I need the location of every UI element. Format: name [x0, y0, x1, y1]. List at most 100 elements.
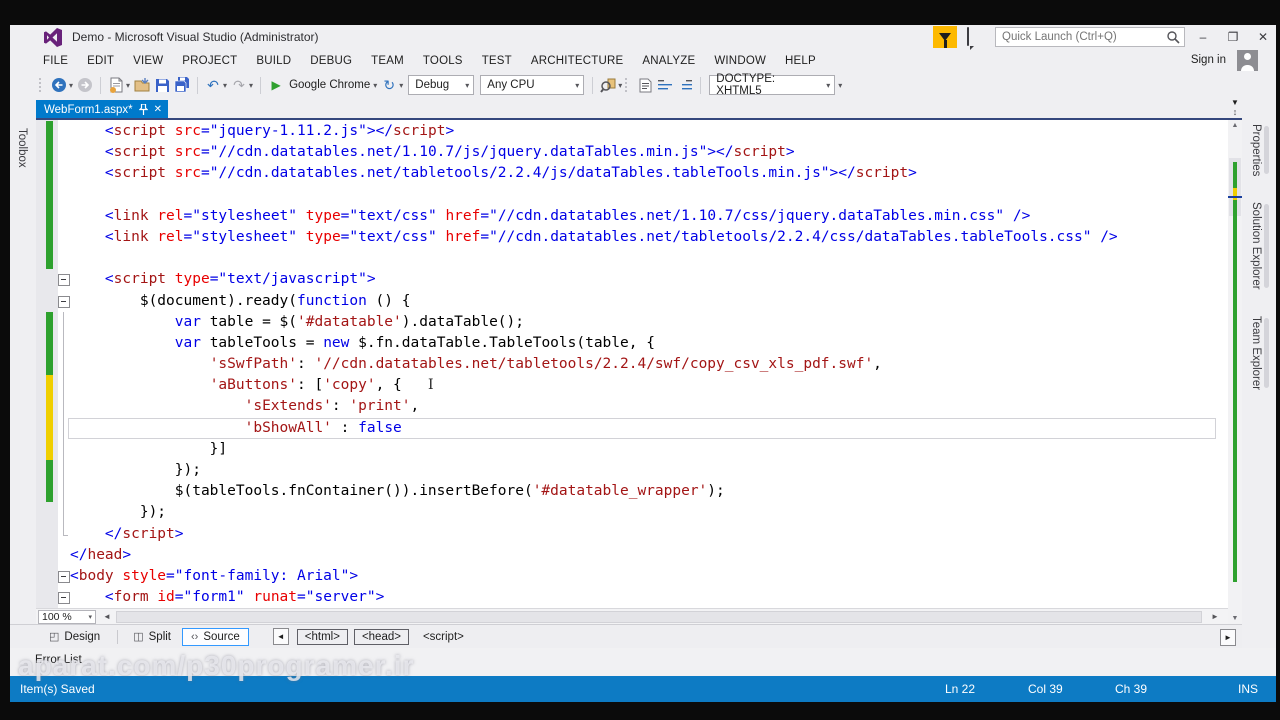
horizontal-scroll-thumb[interactable]: [116, 611, 1202, 623]
code-line[interactable]: </head>: [36, 545, 1228, 566]
menu-item[interactable]: VIEW: [133, 55, 163, 67]
menu-item[interactable]: HELP: [785, 55, 816, 67]
toolbar-overflow-icon[interactable]: ▾: [838, 81, 842, 90]
code-line[interactable]: <script type="text/javascript">: [36, 269, 1228, 290]
code-line[interactable]: });: [36, 502, 1228, 524]
menu-item[interactable]: PROJECT: [182, 55, 237, 67]
code-line[interactable]: 'sExtends': 'print',: [36, 396, 1228, 418]
start-debug-icon[interactable]: ▶: [267, 76, 285, 94]
menu-item[interactable]: ARCHITECTURE: [531, 55, 624, 67]
code-editor[interactable]: <script src="jquery-1.11.2.js"></script>…: [36, 120, 1228, 608]
code-line[interactable]: 'bShowAll' : false: [36, 417, 1228, 440]
split-view-button[interactable]: ◫ Split: [124, 627, 180, 646]
save-button[interactable]: [153, 76, 171, 94]
navigate-backward-button[interactable]: [50, 76, 68, 94]
code-line[interactable]: }]: [36, 438, 1228, 461]
start-target-dropdown-icon[interactable]: ▾: [373, 81, 377, 90]
code-line[interactable]: 'sSwfPath': '//cdn.datatables.net/tablet…: [36, 354, 1228, 376]
breadcrumb-tag[interactable]: <script>: [415, 629, 472, 645]
autohide-tab[interactable]: Team Explorer: [1250, 316, 1269, 390]
code-line[interactable]: <script src="//cdn.datatables.net/tablet…: [36, 163, 1228, 185]
solution-platform-select[interactable]: Any CPU ▾: [480, 75, 585, 95]
quick-launch-box[interactable]: [995, 27, 1185, 47]
split-window-handle[interactable]: ↕: [1228, 107, 1242, 118]
find-in-files-button[interactable]: [599, 76, 617, 94]
menu-item[interactable]: TEAM: [371, 55, 404, 67]
code-line[interactable]: </script>: [36, 523, 1228, 545]
menu-item[interactable]: BUILD: [256, 55, 291, 67]
source-view-button[interactable]: ‹› Source: [182, 627, 249, 646]
refresh-dropdown-icon[interactable]: ▾: [399, 81, 403, 90]
code-line[interactable]: <link rel="stylesheet" type="text/css" h…: [36, 226, 1228, 249]
code-line[interactable]: var tableTools = new $.fn.dataTable.Tabl…: [36, 332, 1228, 355]
solution-configuration-select[interactable]: Debug ▾: [408, 75, 475, 95]
toolbar-grip[interactable]: [38, 77, 43, 93]
refresh-button[interactable]: ↻: [380, 76, 398, 94]
redo-button[interactable]: ↷: [230, 76, 248, 94]
menu-item[interactable]: DEBUG: [310, 55, 352, 67]
fold-collapse-icon[interactable]: [57, 291, 70, 312]
close-button[interactable]: ✕: [1250, 27, 1276, 47]
scroll-left-icon[interactable]: ◄: [100, 610, 114, 624]
code-line[interactable]: 'aButtons': ['copy', { I: [36, 375, 1228, 397]
restore-button[interactable]: ❐: [1220, 27, 1246, 47]
tag-navigator-forward-icon[interactable]: ►: [1220, 629, 1236, 646]
feedback-filter-icon[interactable]: [933, 26, 957, 48]
navigate-forward-button[interactable]: [76, 76, 94, 94]
user-avatar[interactable]: [1237, 50, 1258, 71]
vertical-scrollbar[interactable]: ▲ ▼: [1228, 120, 1242, 624]
doctype-select[interactable]: DOCTYPE: XHTML5 ▾: [709, 73, 836, 97]
code-line[interactable]: });: [36, 460, 1228, 482]
scroll-up-icon[interactable]: ▲: [1228, 122, 1242, 129]
pin-icon[interactable]: [138, 104, 148, 116]
undo-dropdown-icon[interactable]: ▾: [223, 81, 227, 90]
new-file-button[interactable]: [107, 76, 125, 94]
code-line[interactable]: $(document).ready(function () {: [36, 291, 1228, 312]
code-line[interactable]: <body style="font-family: Arial">: [36, 566, 1228, 587]
menu-item[interactable]: ANALYZE: [642, 55, 695, 67]
design-view-button[interactable]: ◰ Design: [40, 627, 109, 646]
toolbar-grip[interactable]: [624, 77, 630, 93]
fold-collapse-icon[interactable]: [57, 566, 70, 587]
save-all-button[interactable]: [173, 76, 191, 94]
tab-webform1[interactable]: WebForm1.aspx* ✕: [36, 100, 168, 120]
sidebar-item-toolbox[interactable]: Toolbox: [16, 128, 28, 168]
minimize-button[interactable]: –: [1190, 27, 1216, 47]
start-debug-target-label[interactable]: Google Chrome: [289, 79, 370, 91]
comment-document-button[interactable]: [636, 76, 654, 94]
menu-item[interactable]: TEST: [482, 55, 512, 67]
code-line[interactable]: [36, 248, 1228, 270]
code-line[interactable]: <form id="form1" runat="server">: [36, 587, 1228, 608]
undo-button[interactable]: ↶: [204, 76, 222, 94]
feedback-bubble-icon[interactable]: [967, 27, 985, 46]
menu-item[interactable]: WINDOW: [714, 55, 766, 67]
autohide-tab[interactable]: Properties: [1250, 124, 1269, 176]
increase-indent-button[interactable]: [676, 76, 694, 94]
autohide-tab[interactable]: Solution Explorer: [1250, 202, 1269, 290]
fold-collapse-icon[interactable]: [57, 587, 70, 608]
sign-in-link[interactable]: Sign in: [1191, 54, 1226, 66]
code-line[interactable]: [36, 184, 1228, 206]
menu-item[interactable]: TOOLS: [423, 55, 463, 67]
code-line[interactable]: $(tableTools.fnContainer()).insertBefore…: [36, 481, 1228, 503]
decrease-indent-button[interactable]: [656, 76, 674, 94]
tag-navigator-back-icon[interactable]: ◄: [272, 628, 289, 645]
redo-dropdown-icon[interactable]: ▾: [249, 81, 253, 90]
code-line[interactable]: <script src="jquery-1.11.2.js"></script>: [36, 121, 1228, 143]
tab-close-icon[interactable]: ✕: [154, 105, 162, 115]
find-dropdown-icon[interactable]: ▾: [618, 81, 622, 90]
scrollbar-menu[interactable]: ▼ ↕: [1228, 98, 1242, 120]
scroll-down-icon[interactable]: ▼: [1228, 615, 1242, 622]
scroll-right-icon[interactable]: ►: [1208, 610, 1222, 624]
editor-zoom-select[interactable]: 100 % ▾: [38, 610, 96, 624]
quick-launch-input[interactable]: [996, 31, 1166, 43]
code-line[interactable]: <link rel="stylesheet" type="text/css" h…: [36, 205, 1228, 227]
breadcrumb-tag[interactable]: <html>: [296, 628, 348, 645]
window-list-dropdown-icon[interactable]: ▼: [1228, 98, 1242, 107]
new-file-dropdown-icon[interactable]: ▾: [126, 81, 130, 90]
add-item-button[interactable]: [133, 76, 151, 94]
menu-item[interactable]: FILE: [43, 55, 68, 67]
menu-item[interactable]: EDIT: [87, 55, 114, 67]
code-line[interactable]: <script src="//cdn.datatables.net/1.10.7…: [36, 142, 1228, 164]
code-line[interactable]: var table = $('#datatable').dataTable();: [36, 311, 1228, 334]
